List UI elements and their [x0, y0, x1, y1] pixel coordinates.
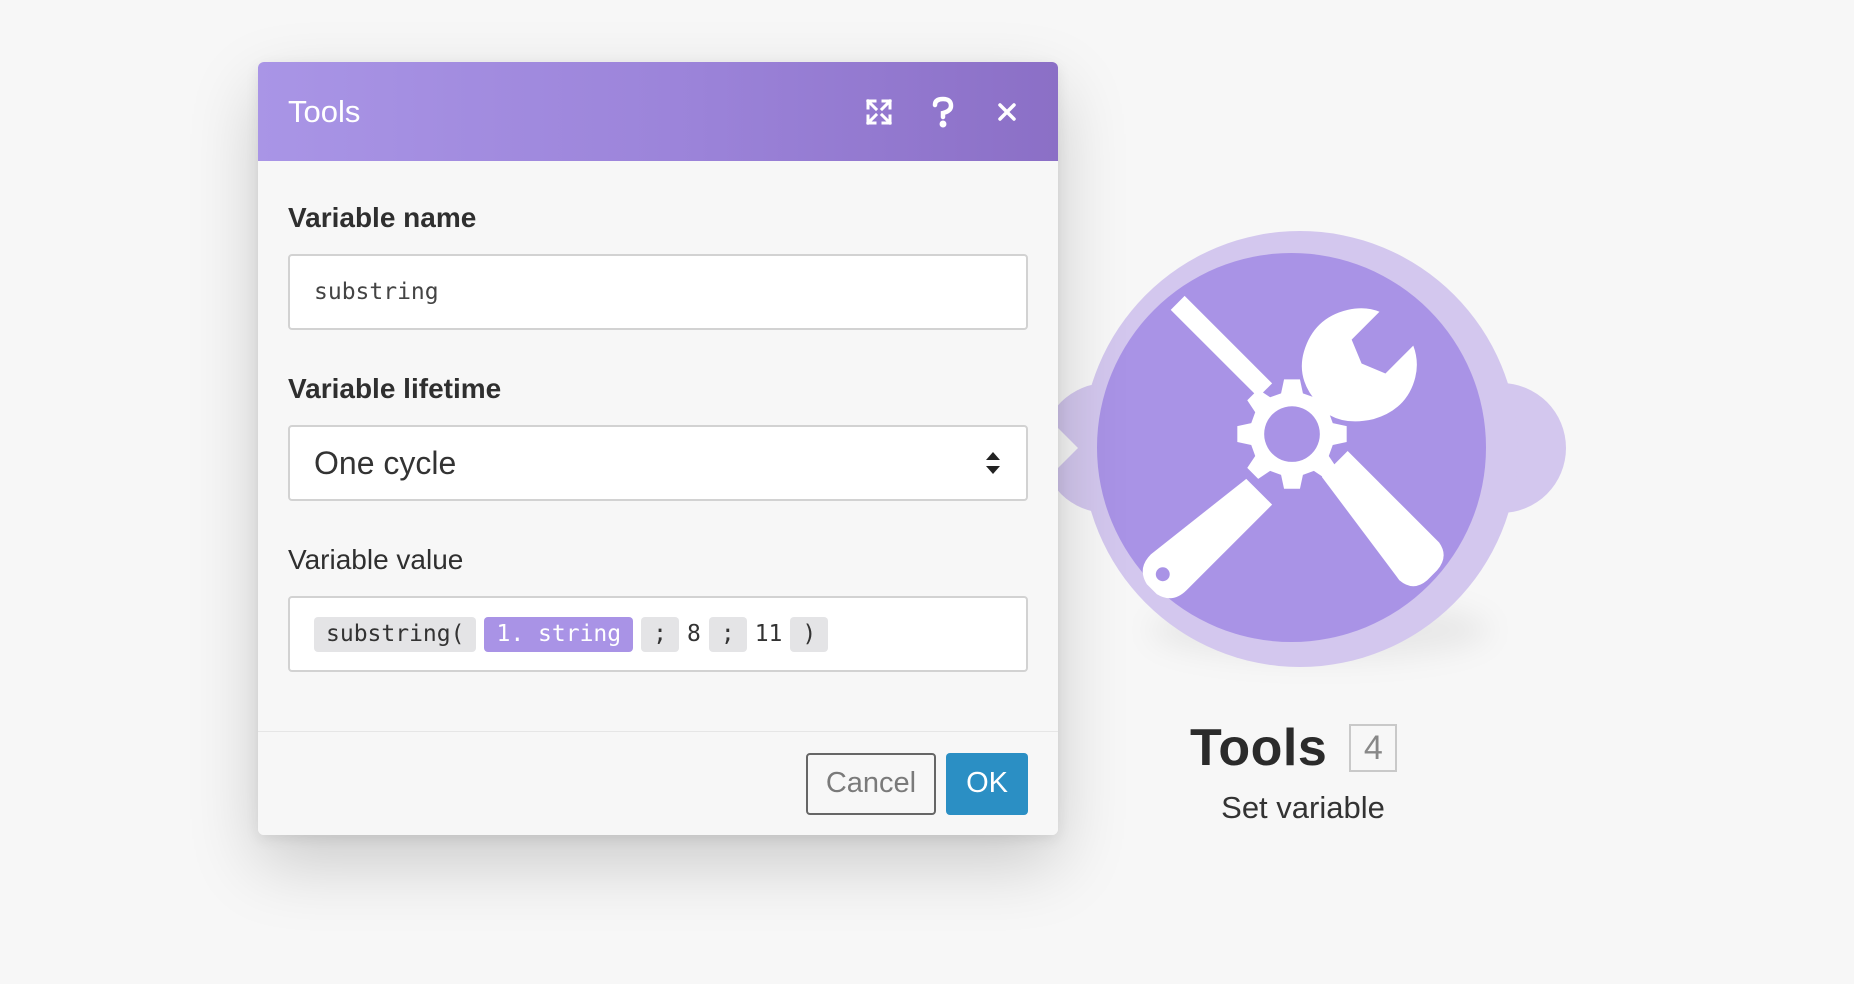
variable-name-field: Variable name substring	[288, 201, 1028, 330]
variable-token[interactable]: 1. string	[484, 616, 634, 652]
cancel-button[interactable]: Cancel	[805, 752, 937, 815]
literal-token: 8	[686, 620, 701, 647]
dialog-title: Tools	[288, 93, 361, 129]
variable-lifetime-selected: One cycle	[314, 444, 457, 481]
dialog-body: Variable name substring Variable lifetim…	[258, 161, 1058, 672]
header-actions	[864, 96, 1028, 127]
formula-tokens: substring( 1. string ; 8 ; 11 )	[314, 616, 829, 652]
node-title-row: Tools 4	[1190, 718, 1590, 778]
variable-value-label: Variable value	[288, 544, 464, 575]
function-token-close[interactable]: )	[790, 616, 829, 652]
node-subtitle: Set variable	[1221, 790, 1385, 825]
variable-lifetime-select[interactable]: One cycle	[288, 425, 1028, 501]
select-arrows-icon	[986, 452, 1000, 474]
module-settings-dialog: Tools Variable name substring Variable l…	[258, 62, 1058, 835]
expand-icon[interactable]	[864, 97, 894, 127]
variable-name-value: substring	[314, 279, 439, 305]
separator-token[interactable]: ;	[708, 616, 747, 652]
ok-button[interactable]: OK	[946, 752, 1028, 815]
dialog-pointer	[1058, 428, 1078, 468]
dialog-header: Tools	[258, 62, 1058, 161]
variable-value-field: Variable value substring( 1. string ; 8 …	[288, 543, 1028, 672]
variable-value-input[interactable]: substring( 1. string ; 8 ; 11 )	[288, 596, 1028, 672]
function-token-open[interactable]: substring(	[314, 616, 477, 652]
separator-token[interactable]: ;	[641, 616, 679, 652]
variable-name-input[interactable]: substring	[288, 254, 1028, 330]
literal-token: 11	[754, 620, 783, 647]
dialog-footer: Cancel OK	[258, 731, 1058, 835]
variable-lifetime-label: Variable lifetime	[288, 373, 502, 404]
close-icon[interactable]	[992, 97, 1022, 127]
variable-name-label: Variable name	[288, 202, 477, 233]
node-title: Tools	[1190, 719, 1328, 777]
tools-icon	[1142, 295, 1444, 599]
node-id-badge: 4	[1349, 724, 1398, 772]
variable-lifetime-field: Variable lifetime One cycle	[288, 372, 1028, 501]
tools-module-node[interactable]: Tools 4 Set variable	[1040, 220, 1600, 825]
help-icon[interactable]	[928, 96, 958, 127]
